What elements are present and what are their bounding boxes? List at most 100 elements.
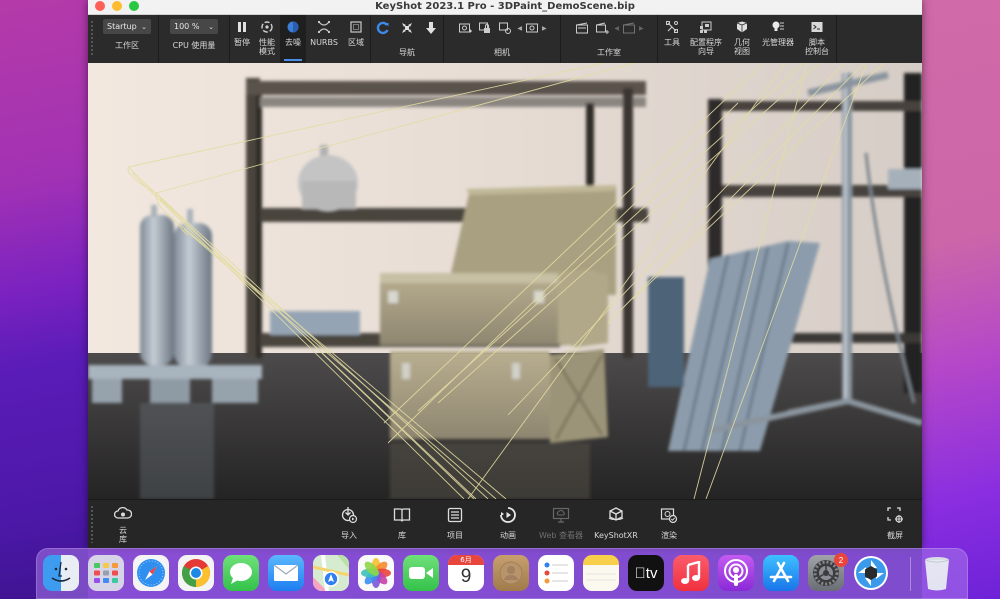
chevron-down-icon: ⌄ bbox=[208, 22, 214, 31]
calendar-month: 6月 bbox=[448, 555, 484, 565]
dock-launchpad-icon[interactable] bbox=[88, 555, 124, 591]
region-button[interactable]: 区域 bbox=[342, 15, 370, 63]
keyshotxr-button[interactable]: KeyShotXR bbox=[591, 505, 641, 540]
dock-app-store-icon[interactable] bbox=[763, 555, 799, 591]
dock-chrome-icon[interactable] bbox=[178, 555, 214, 591]
workspace-select-value: Startup bbox=[107, 22, 137, 31]
bottom-toolbar-grip[interactable] bbox=[91, 506, 93, 543]
import-icon bbox=[340, 505, 358, 525]
dock-calendar-icon[interactable]: 6月 9 bbox=[448, 555, 484, 591]
configurator-wizard-label: 配置程序 向导 bbox=[690, 38, 722, 56]
dock-tv-icon[interactable]: tv bbox=[628, 555, 664, 591]
tools-icon bbox=[665, 19, 679, 35]
dock-trash-icon[interactable] bbox=[919, 555, 955, 591]
configurator-wizard-button[interactable]: 配置程序 向导 bbox=[686, 15, 726, 63]
dock-system-preferences-icon[interactable]: 2 bbox=[808, 553, 848, 591]
screenshot-icon bbox=[886, 505, 904, 525]
desktop-wallpaper-left bbox=[0, 0, 88, 599]
project-list-icon bbox=[447, 505, 463, 525]
previous-studio-icon[interactable]: ◀ bbox=[612, 25, 621, 32]
dock-photos-icon[interactable] bbox=[358, 555, 394, 591]
geometry-view-label: 几何 视图 bbox=[734, 38, 750, 56]
previous-camera-icon[interactable]: ◀ bbox=[515, 25, 524, 32]
region-icon bbox=[349, 19, 363, 35]
script-console-icon bbox=[810, 19, 824, 35]
dock-contacts-icon[interactable] bbox=[493, 555, 529, 591]
dock-separator bbox=[910, 557, 911, 591]
cloud-library-button[interactable]: 云 库 bbox=[98, 504, 148, 544]
animation-button[interactable]: 动画 bbox=[483, 505, 533, 540]
rotate-icon[interactable] bbox=[373, 21, 393, 35]
light-manager-icon bbox=[771, 19, 785, 35]
dolly-icon[interactable] bbox=[421, 21, 441, 35]
web-viewer-label: Web 查看器 bbox=[539, 531, 583, 540]
dock-finder-icon[interactable] bbox=[43, 555, 79, 591]
screenshot-button[interactable]: 截屏 bbox=[870, 505, 920, 540]
camera-settings-icon[interactable] bbox=[495, 21, 515, 35]
light-manager-label: 光管理器 bbox=[762, 38, 794, 47]
performance-mode-icon bbox=[260, 19, 274, 35]
pause-icon bbox=[235, 19, 249, 35]
pause-label: 暂停 bbox=[234, 38, 250, 47]
next-camera-icon[interactable]: ▶ bbox=[540, 25, 549, 32]
studio-view-icon[interactable] bbox=[621, 21, 637, 35]
dock-podcasts-icon[interactable] bbox=[718, 555, 754, 591]
geometry-view-label-line2: 视图 bbox=[734, 47, 750, 56]
script-console-label-line1: 脚本 bbox=[809, 38, 825, 47]
animation-label: 动画 bbox=[500, 531, 516, 540]
cpu-usage-value: 100 % bbox=[174, 22, 200, 31]
geometry-view-button[interactable]: 几何 视图 bbox=[726, 15, 758, 63]
web-viewer-button[interactable]: Web 查看器 bbox=[536, 505, 586, 540]
dock-maps-icon[interactable] bbox=[313, 555, 349, 591]
import-button[interactable]: 导入 bbox=[324, 505, 374, 540]
nurbs-button[interactable]: NURBS bbox=[306, 15, 342, 63]
pause-button[interactable]: 暂停 bbox=[230, 15, 254, 63]
toolbar-grip[interactable] bbox=[88, 15, 96, 63]
workspace-select[interactable]: Startup ⌄ bbox=[103, 19, 151, 34]
script-console-button[interactable]: 脚本 控制台 bbox=[798, 15, 836, 63]
script-console-label-line2: 控制台 bbox=[805, 47, 829, 56]
workspace-group: Startup ⌄ 工作区 bbox=[96, 15, 159, 63]
tools-button[interactable]: 工具 bbox=[658, 15, 686, 63]
add-camera-icon[interactable] bbox=[455, 21, 475, 35]
next-studio-icon[interactable]: ▶ bbox=[637, 25, 646, 32]
dock-music-icon[interactable] bbox=[673, 555, 709, 591]
studio-icon[interactable] bbox=[572, 21, 592, 35]
performance-mode-label-line1: 性能 bbox=[259, 38, 275, 47]
dock-notes-icon[interactable] bbox=[583, 555, 619, 591]
performance-mode-button[interactable]: 性能 模式 bbox=[254, 15, 280, 63]
keyshotxr-cube-icon bbox=[607, 505, 625, 525]
screenshot-label: 截屏 bbox=[887, 531, 903, 540]
dock-messages-icon[interactable] bbox=[223, 555, 259, 591]
macos-dock: 6月 9 tv 2 bbox=[36, 548, 968, 599]
performance-mode-label: 性能 模式 bbox=[259, 38, 275, 56]
cpu-usage-select[interactable]: 100 % ⌄ bbox=[170, 19, 218, 34]
pan-icon[interactable] bbox=[397, 21, 417, 35]
denoise-icon bbox=[286, 19, 300, 35]
lock-camera-icon[interactable] bbox=[475, 21, 495, 35]
cloud-library-icon bbox=[114, 504, 132, 524]
camera-view-icon[interactable] bbox=[524, 21, 540, 35]
library-button[interactable]: 库 bbox=[377, 505, 427, 540]
dock-facetime-icon[interactable] bbox=[403, 555, 439, 591]
keyshot-window: KeyShot 2023.1 Pro - 3DPaint_DemoScene.b… bbox=[88, 0, 922, 548]
render-viewport[interactable] bbox=[88, 63, 922, 499]
light-manager-button[interactable]: 光管理器 bbox=[758, 15, 798, 63]
dock-mail-icon[interactable] bbox=[268, 555, 304, 591]
notification-badge: 2 bbox=[834, 553, 848, 567]
navigation-label: 导航 bbox=[399, 48, 415, 57]
region-label: 区域 bbox=[348, 38, 364, 47]
dock-reminders-icon[interactable] bbox=[538, 555, 574, 591]
render-camera-icon bbox=[660, 505, 678, 525]
dock-keyshot-icon[interactable] bbox=[853, 555, 889, 591]
navigation-buttons bbox=[373, 15, 441, 41]
denoise-button[interactable]: 去噪 bbox=[280, 15, 306, 63]
configurator-wizard-label-line1: 配置程序 bbox=[690, 38, 722, 47]
nurbs-icon bbox=[317, 19, 331, 35]
render-button[interactable]: 渲染 bbox=[644, 505, 694, 540]
configurator-wizard-icon bbox=[699, 19, 713, 35]
dock-safari-icon[interactable] bbox=[133, 555, 169, 591]
tv-icon-text: tv bbox=[635, 564, 658, 582]
add-studio-icon[interactable] bbox=[592, 21, 612, 35]
project-button[interactable]: 项目 bbox=[430, 505, 480, 540]
